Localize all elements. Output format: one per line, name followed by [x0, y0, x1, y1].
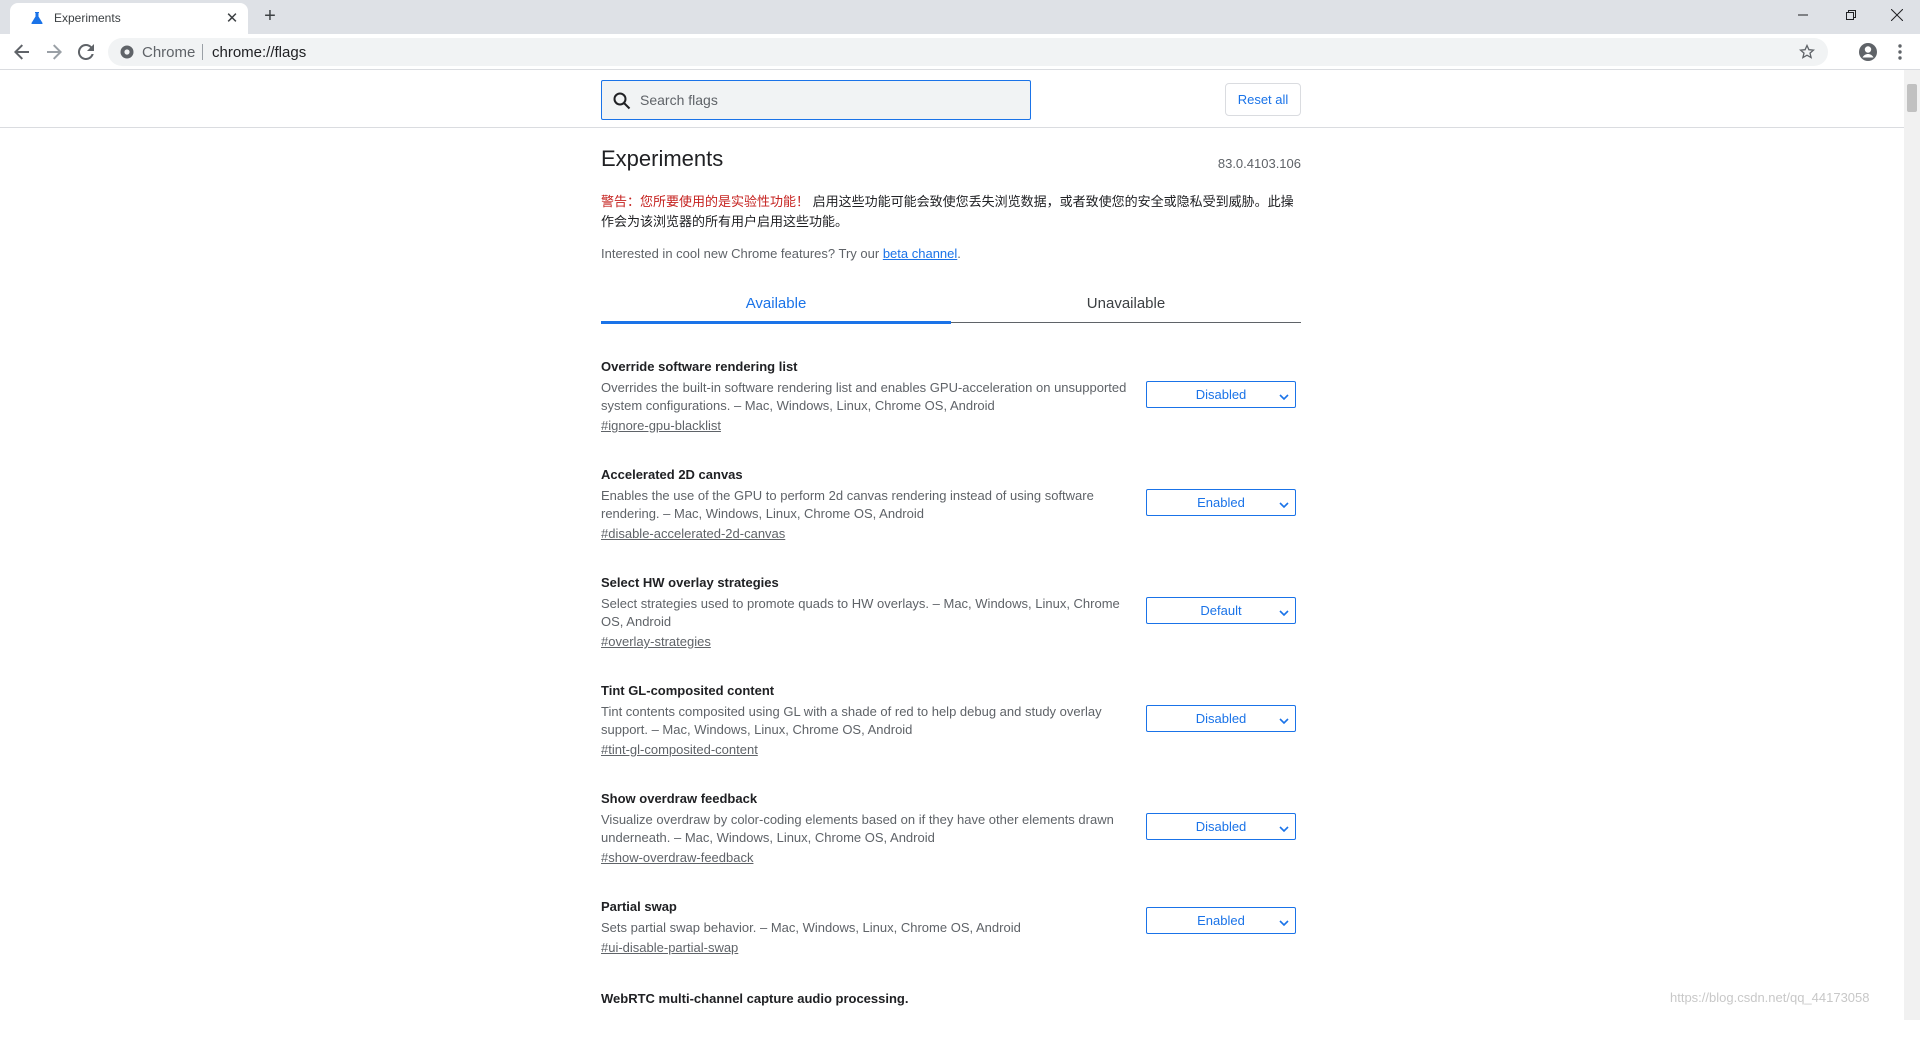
experiment-select[interactable]: Disabled — [1146, 705, 1296, 732]
toolbar: Chrome chrome://flags — [0, 34, 1920, 70]
watermark-text: https://blog.csdn.net/qq_44173058 — [1670, 990, 1870, 1005]
experiment-select[interactable]: Disabled — [1146, 813, 1296, 840]
chevron-down-icon — [1279, 390, 1289, 401]
beta-promo-end: . — [957, 246, 961, 261]
chrome-icon — [120, 45, 134, 59]
experiment-name: Tint GL-composited content — [601, 683, 775, 698]
tab-strip: Experiments ✕ + — [0, 0, 1920, 34]
window-close-icon[interactable] — [1874, 0, 1920, 30]
experiment-description: Sets partial swap behavior. – Mac, Windo… — [601, 920, 1021, 935]
experiment-item: Select HW overlay strategies Select stra… — [601, 575, 1301, 655]
experiment-name: Show overdraw feedback — [601, 791, 758, 806]
back-icon[interactable] — [10, 40, 34, 64]
experiment-name: Accelerated 2D canvas — [601, 467, 743, 482]
experiment-description: Tint contents composited using GL with a… — [601, 704, 1102, 737]
reload-icon[interactable] — [74, 40, 98, 64]
experiment-item: Partial swap Sets partial swap behavior.… — [601, 899, 1301, 963]
experiment-select-value: Disabled — [1195, 711, 1247, 726]
experiment-name: Override software rendering list — [601, 359, 798, 374]
experiment-item: Show overdraw feedback Visualize overdra… — [601, 791, 1301, 871]
page-title: Experiments — [601, 146, 724, 171]
omnibox-chip: Chrome — [142, 44, 196, 61]
search-box[interactable] — [601, 80, 1031, 120]
experiment-item: WebRTC multi-channel capture audio proce… — [601, 991, 1301, 1011]
experiment-list: Override software rendering list Overrid… — [601, 359, 1301, 1011]
experiment-select-value: Disabled — [1195, 387, 1247, 402]
experiment-name: Select HW overlay strategies — [601, 575, 779, 590]
menu-kebab-icon[interactable] — [1888, 40, 1912, 64]
flags-content: Experiments 83.0.4103.106 警告：您所要使用的是实验性功… — [601, 146, 1301, 1039]
reset-all-button[interactable]: Reset all — [1225, 83, 1301, 116]
chevron-down-icon — [1279, 606, 1289, 617]
version-text: 83.0.4103.106 — [1217, 156, 1301, 171]
bookmark-star-icon[interactable] — [1798, 43, 1816, 61]
experiment-select-value: Disabled — [1195, 819, 1247, 834]
experiment-item: Tint GL-composited content Tint contents… — [601, 683, 1301, 763]
minimize-icon[interactable] — [1780, 0, 1826, 30]
beta-channel-link[interactable]: beta channel — [883, 246, 957, 261]
search-flags-input[interactable] — [638, 89, 1018, 111]
chevron-down-icon — [1279, 714, 1289, 725]
experiment-select-value: Enabled — [1197, 913, 1245, 928]
beta-promo-text: Interested in cool new Chrome features? … — [601, 246, 880, 261]
scrollbar-thumb[interactable] — [1907, 84, 1917, 112]
experiment-description: Visualize overdraw by color-coding eleme… — [601, 812, 1114, 845]
omnibox[interactable]: Chrome chrome://flags — [108, 38, 1828, 66]
experiment-select-value: Default — [1200, 603, 1242, 618]
tab-available[interactable]: Available — [601, 283, 951, 323]
warning-label: 警告：您所要使用的是实验性功能！ — [601, 194, 810, 209]
profile-avatar-icon[interactable] — [1856, 40, 1880, 64]
tab-close-icon[interactable]: ✕ — [224, 10, 240, 26]
experiment-permalink[interactable]: #disable-accelerated-2d-canvas — [601, 525, 1301, 543]
experiment-item: Override software rendering list Overrid… — [601, 359, 1301, 439]
browser-tab-experiments[interactable]: Experiments ✕ — [10, 3, 248, 34]
experiment-item: Accelerated 2D canvas Enables the use of… — [601, 467, 1301, 547]
warning-message: 警告：您所要使用的是实验性功能！ 启用这些功能可能会致使您丢失浏览数据，或者致使… — [601, 192, 1301, 232]
forward-icon[interactable] — [42, 40, 66, 64]
new-tab-icon[interactable]: + — [260, 6, 280, 26]
experiment-permalink[interactable]: #show-overdraw-feedback — [601, 849, 1301, 867]
flask-icon — [30, 11, 44, 25]
experiment-select[interactable]: Enabled — [1146, 489, 1296, 516]
experiment-permalink[interactable]: #ignore-gpu-blacklist — [601, 417, 1301, 435]
chevron-down-icon — [1279, 822, 1289, 833]
chevron-down-icon — [1279, 916, 1289, 927]
beta-promo: Interested in cool new Chrome features? … — [601, 246, 1301, 261]
title-row: Experiments 83.0.4103.106 — [601, 146, 1301, 180]
tab-unavailable[interactable]: Unavailable — [951, 283, 1301, 323]
experiment-description: Enables the use of the GPU to perform 2d… — [601, 488, 1094, 521]
omnibox-separator — [202, 44, 203, 60]
experiment-permalink[interactable]: #ui-disable-partial-swap — [601, 939, 1301, 957]
flags-header: Reset all — [0, 70, 1904, 128]
experiment-permalink[interactable]: #tint-gl-composited-content — [601, 741, 1301, 759]
experiment-select[interactable]: Enabled — [1146, 907, 1296, 934]
experiment-description: Select strategies used to promote quads … — [601, 596, 1120, 629]
experiment-select-value: Enabled — [1197, 495, 1245, 510]
experiment-select[interactable]: Default — [1146, 597, 1296, 624]
experiment-name: WebRTC multi-channel capture audio proce… — [601, 991, 909, 1006]
restore-icon[interactable] — [1828, 0, 1874, 30]
experiment-select[interactable]: Disabled — [1146, 381, 1296, 408]
search-icon — [613, 92, 631, 110]
flags-page: Reset all Experiments 83.0.4103.106 警告：您… — [0, 70, 1920, 1020]
active-tab-indicator — [601, 321, 951, 324]
experiment-description: Overrides the built-in software renderin… — [601, 380, 1127, 413]
tab-title: Experiments — [54, 11, 121, 25]
omnibox-url[interactable]: chrome://flags — [212, 44, 306, 61]
flags-tabs: Available Unavailable — [601, 283, 1301, 324]
chevron-down-icon — [1279, 498, 1289, 509]
experiment-permalink[interactable]: #overlay-strategies — [601, 633, 1301, 651]
page-scrollbar[interactable] — [1904, 70, 1920, 1020]
